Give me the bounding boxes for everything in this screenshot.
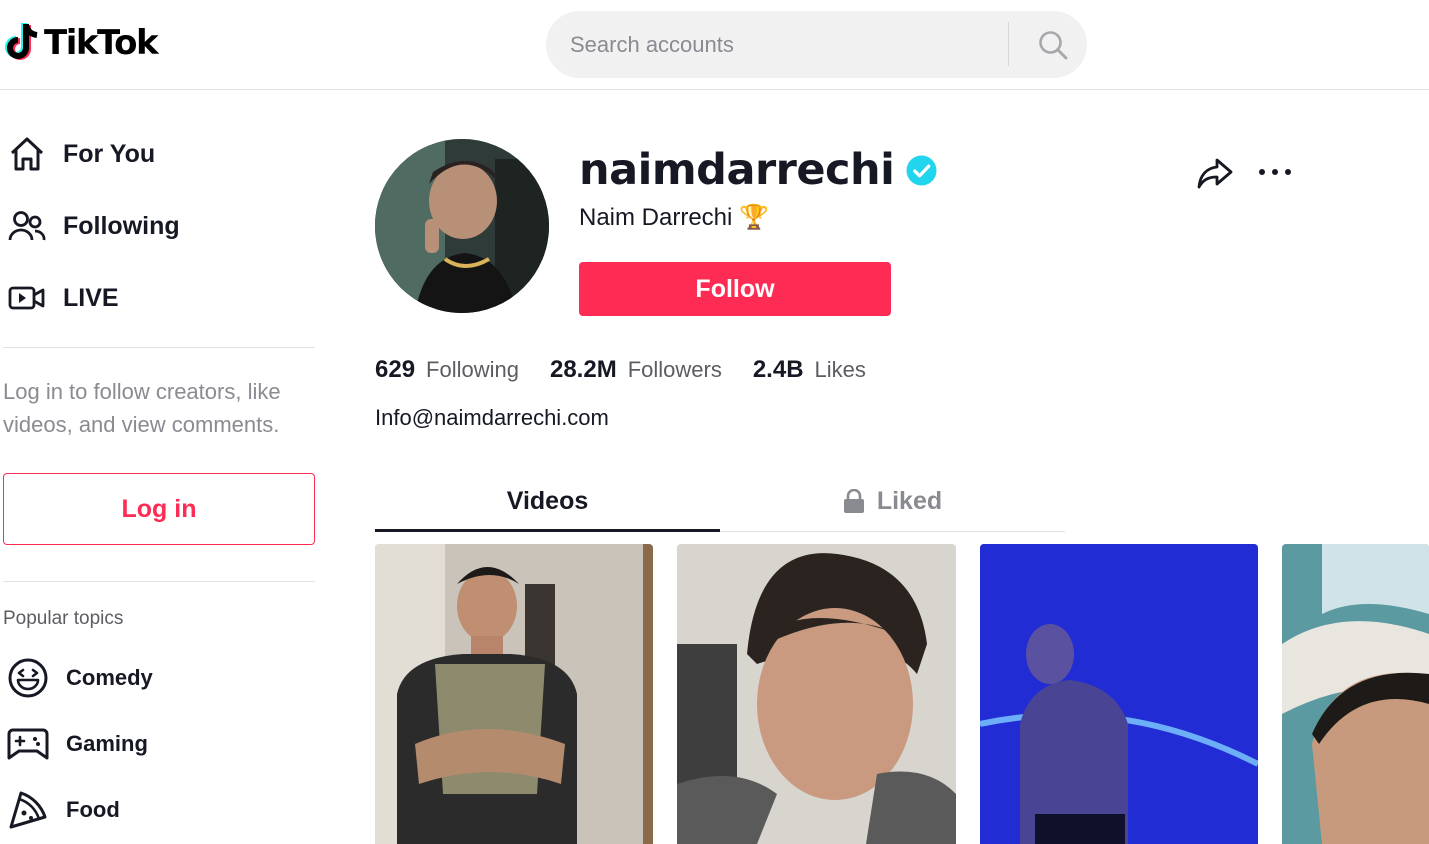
profile-tabs: Videos Liked — [375, 470, 1065, 532]
live-camera-icon — [8, 278, 48, 318]
sidebar-item-label: Following — [63, 211, 180, 240]
search-button[interactable] — [1019, 11, 1087, 78]
share-icon — [1197, 158, 1233, 189]
top-header: TikTok — [0, 0, 1429, 90]
stat-likes: 2.4B Likes — [753, 356, 866, 384]
profile-display-name: Naim Darrechi 🏆 — [579, 204, 769, 231]
search-bar — [546, 11, 1087, 78]
tab-liked[interactable]: Liked — [720, 470, 1065, 532]
profile-stats: 629 Following 28.2M Followers 2.4B Likes — [375, 353, 897, 387]
topic-label: Gaming — [66, 731, 148, 756]
topic-label: Food — [66, 797, 120, 822]
users-icon — [8, 206, 48, 246]
sidebar-divider — [3, 347, 315, 348]
tab-videos[interactable]: Videos — [375, 470, 720, 532]
topic-comedy[interactable]: Comedy — [6, 656, 153, 700]
video-thumbnail[interactable] — [677, 544, 956, 844]
stat-followers[interactable]: 28.2M Followers — [550, 356, 722, 384]
stat-value: 28.2M — [549, 356, 617, 383]
tiktok-logo[interactable]: TikTok — [4, 22, 159, 64]
verified-badge-icon — [906, 154, 937, 186]
topic-food[interactable]: Food — [6, 788, 120, 832]
search-icon — [1039, 30, 1068, 59]
active-tab-indicator — [375, 529, 720, 532]
share-button[interactable] — [1195, 152, 1235, 192]
sidebar-item-live[interactable]: LIVE — [8, 274, 119, 322]
laughing-face-icon — [6, 656, 50, 700]
lock-icon — [843, 489, 864, 513]
stat-value: 2.4B — [752, 356, 804, 383]
stat-label: Likes — [814, 357, 866, 382]
video-thumbnail[interactable] — [375, 544, 653, 844]
stat-following[interactable]: 629 Following — [375, 356, 519, 384]
login-button[interactable]: Log in — [3, 473, 315, 545]
logo-wordmark: TikTok — [44, 23, 159, 63]
topic-gaming[interactable]: Gaming — [6, 722, 148, 766]
profile-username: naimdarrechi — [579, 145, 895, 195]
search-input[interactable] — [570, 11, 1000, 78]
pizza-icon — [6, 788, 50, 832]
video-thumbnail[interactable] — [1282, 544, 1429, 844]
stat-label: Followers — [627, 357, 722, 382]
tab-label: Liked — [876, 486, 943, 515]
stat-value: 629 — [375, 356, 416, 383]
profile-bio: Info@naimdarrechi.com — [375, 405, 609, 430]
sidebar-item-following[interactable]: Following — [8, 202, 180, 250]
sidebar-divider — [3, 581, 315, 582]
username-row: naimdarrechi — [579, 140, 937, 200]
gamepad-icon — [6, 722, 50, 766]
more-dots-icon — [1259, 169, 1291, 175]
video-thumbnail[interactable] — [980, 544, 1258, 844]
follow-button[interactable]: Follow — [579, 262, 891, 316]
stat-label: Following — [426, 357, 519, 382]
sidebar: For You Following LIVE Log in to follow … — [0, 90, 330, 844]
popular-topics-title: Popular topics — [3, 608, 124, 629]
search-divider — [1008, 22, 1009, 66]
login-prompt: Log in to follow creators, like videos, … — [3, 379, 281, 437]
sidebar-item-label: For You — [63, 139, 156, 168]
topic-label: Comedy — [66, 665, 153, 690]
sidebar-item-for-you[interactable]: For You — [8, 130, 155, 178]
avatar — [375, 139, 549, 313]
home-icon — [8, 134, 48, 174]
more-options-button[interactable] — [1255, 152, 1295, 192]
tiktok-note-icon — [5, 23, 38, 60]
tab-label: Videos — [506, 486, 589, 515]
sidebar-item-label: LIVE — [63, 283, 119, 312]
